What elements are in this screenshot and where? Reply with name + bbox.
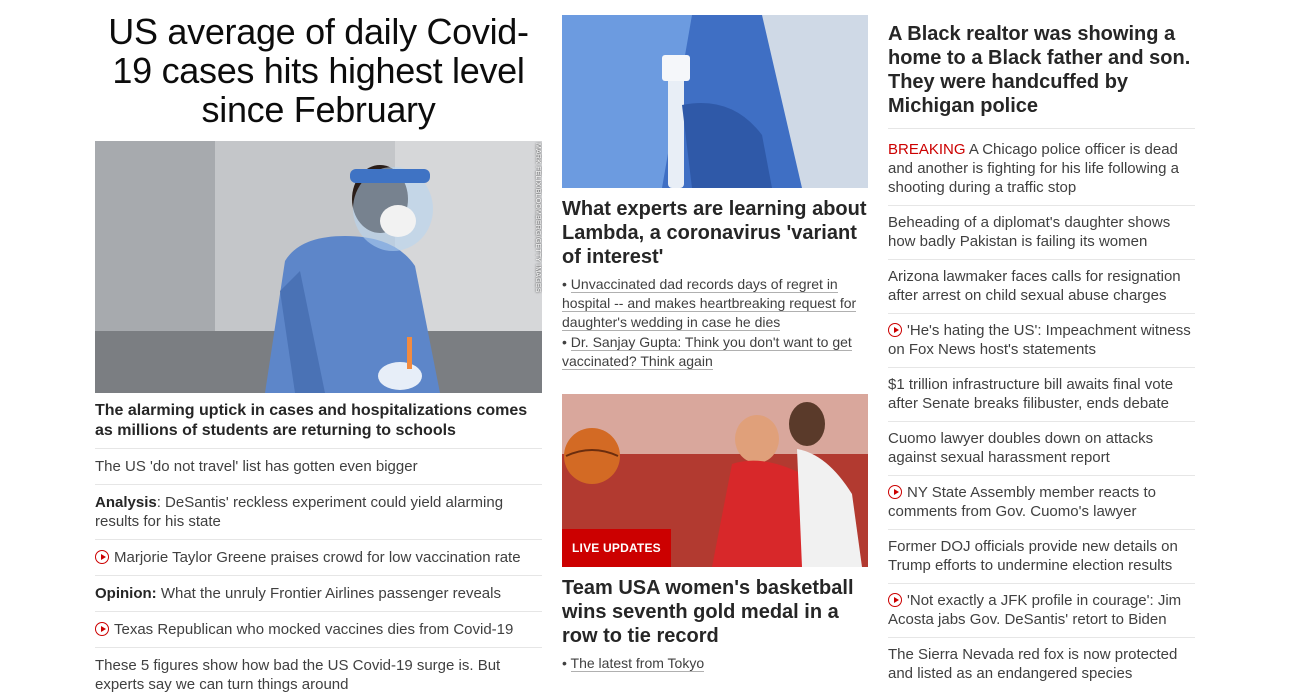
list-item[interactable]: $1 trillion infrastructure bill awaits f… [888,375,1195,422]
list-item-text: Texas Republican who mocked vaccines die… [114,621,514,638]
play-video-icon [888,323,902,337]
list-item-text: Marjorie Taylor Greene praises crowd for… [114,549,521,566]
list-item-text: Cuomo lawyer doubles down on attacks aga… [888,430,1154,466]
list-item-text: Beheading of a diplomat's daughter shows… [888,214,1171,250]
list-item[interactable]: 'Not exactly a JFK profile in courage': … [888,591,1195,638]
list-item-text: 'Not exactly a JFK profile in courage': … [888,592,1182,628]
lambda-headline[interactable]: What experts are learning about Lambda, … [562,197,868,269]
middle-column: What experts are learning about Lambda, … [562,15,868,674]
list-item[interactable]: 'He's hating the US': Impeachment witnes… [888,321,1195,368]
basketball-headline[interactable]: Team USA women's basketball wins seventh… [562,576,868,648]
related-link[interactable]: • The latest from Tokyo [562,654,868,673]
health-worker-illustration [95,141,542,393]
label-separator: : [156,494,166,511]
right-column: A Black realtor was showing a home to a … [888,22,1195,698]
list-item[interactable]: Texas Republican who mocked vaccines die… [95,620,542,648]
lambda-story-image[interactable] [562,15,868,188]
play-video-icon [888,593,902,607]
list-item[interactable]: Analysis: DeSantis' reckless experiment … [95,493,542,540]
label-opinion: Opinion: [95,585,157,602]
list-item[interactable]: These 5 figures show how bad the US Covi… [95,656,542,700]
list-item[interactable]: NY State Assembly member reacts to comme… [888,483,1195,530]
related-link-text: Unvaccinated dad records days of regret … [562,276,857,331]
homepage: US average of daily Covid-19 cases hits … [0,0,1290,700]
related-link-text: The latest from Tokyo [570,655,705,672]
list-item[interactable]: Beheading of a diplomat's daughter shows… [888,213,1195,260]
breaking-label: BREAKING [888,141,966,158]
list-item[interactable]: Cuomo lawyer doubles down on attacks aga… [888,429,1195,476]
play-video-icon [95,622,109,636]
list-item-text: NY State Assembly member reacts to comme… [888,484,1156,520]
list-item-text: The Sierra Nevada red fox is now protect… [888,646,1178,682]
test-vial-illustration [562,15,868,188]
lead-headline[interactable]: US average of daily Covid-19 cases hits … [95,12,542,129]
lead-column: US average of daily Covid-19 cases hits … [95,12,542,700]
list-item-text: Former DOJ officials provide new details… [888,538,1178,574]
list-item[interactable]: Marjorie Taylor Greene praises crowd for… [95,548,542,576]
list-item[interactable]: Former DOJ officials provide new details… [888,537,1195,584]
list-item-text: Arizona lawmaker faces calls for resigna… [888,268,1181,304]
label-analysis: Analysis [95,494,157,511]
play-video-icon [888,485,902,499]
basketball-story-image[interactable]: LIVE UPDATES [562,394,868,567]
realtor-headline[interactable]: A Black realtor was showing a home to a … [888,22,1195,129]
related-link[interactable]: • Unvaccinated dad records days of regre… [562,275,868,332]
list-item-text: $1 trillion infrastructure bill awaits f… [888,376,1174,412]
lead-subhead[interactable]: The alarming uptick in cases and hospita… [95,401,542,449]
list-item[interactable]: The Sierra Nevada red fox is now protect… [888,645,1195,691]
list-item-text: 'He's hating the US': Impeachment witnes… [888,322,1191,358]
list-item-text: What the unruly Frontier Airlines passen… [160,585,501,602]
list-item[interactable]: The US 'do not travel' list has gotten e… [95,457,542,485]
related-link-text: Dr. Sanjay Gupta: Think you don't want t… [562,334,852,370]
list-item[interactable]: BREAKING A Chicago police officer is dea… [888,140,1195,206]
list-item-text: These 5 figures show how bad the US Covi… [95,657,501,693]
related-link[interactable]: • Dr. Sanjay Gupta: Think you don't want… [562,333,868,371]
list-item[interactable]: Opinion: What the unruly Frontier Airlin… [95,584,542,612]
list-item-text: The US 'do not travel' list has gotten e… [95,458,418,475]
image-credit: MARK FELIX/BLOOMBERG/GETTY IMAGES [534,143,541,293]
play-video-icon [95,550,109,564]
lead-image[interactable]: MARK FELIX/BLOOMBERG/GETTY IMAGES [95,141,542,393]
live-updates-badge: LIVE UPDATES [562,529,671,567]
list-item[interactable]: Arizona lawmaker faces calls for resigna… [888,267,1195,314]
